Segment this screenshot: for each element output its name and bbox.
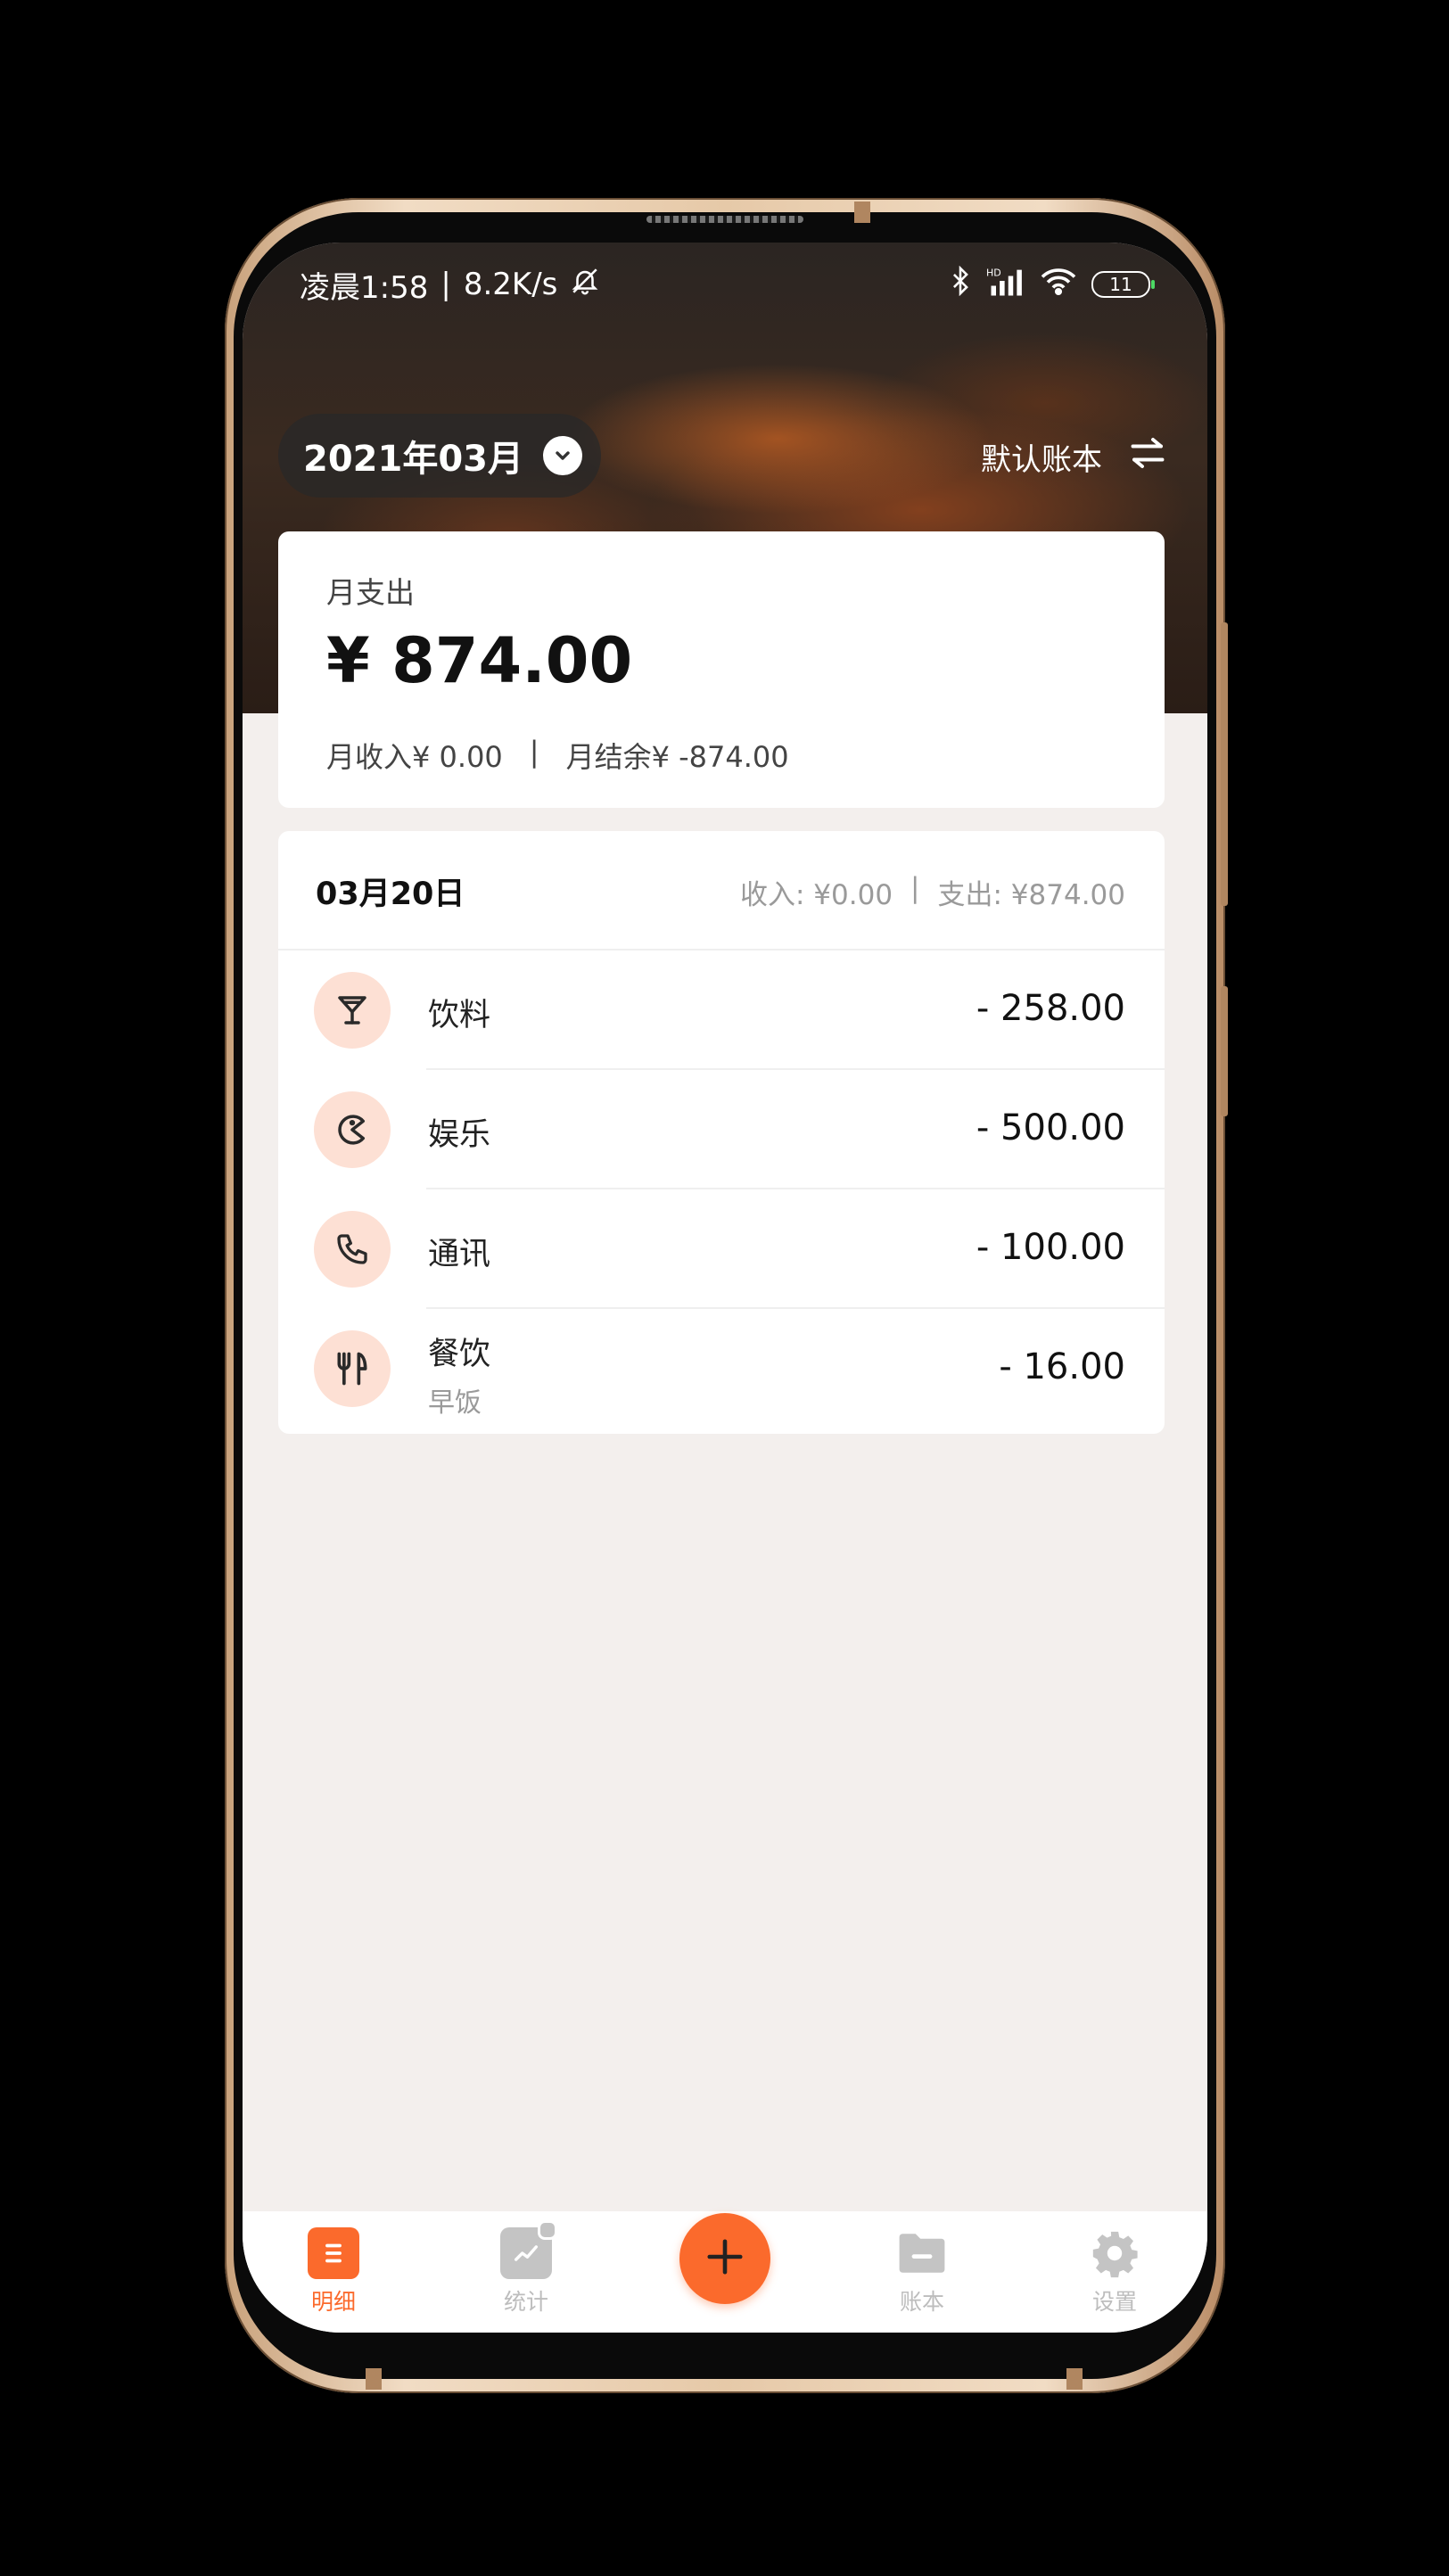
status-bar: 凌晨1:58 | 8.2K/s HD 11 (300, 262, 1155, 307)
monthly-income: 月收入¥ 0.00 (326, 740, 503, 774)
plus-icon (704, 2236, 745, 2281)
fork-knife-icon (314, 1330, 391, 1407)
day-income: 收入: ¥0.00 (740, 879, 893, 911)
status-time: 凌晨1:58 (300, 269, 429, 306)
frame-notch (366, 2368, 382, 2390)
hd-signal-icon: HD (986, 266, 1025, 304)
summary-subline: 月收入¥ 0.00 | 月结余¥ -874.00 (326, 735, 789, 776)
battery-level: 11 (1109, 274, 1132, 295)
day-date: 03月20日 (316, 876, 465, 912)
mute-bell-icon (570, 266, 600, 304)
bluetooth-icon (949, 265, 972, 304)
chart-icon (500, 2220, 557, 2279)
volume-button (1221, 622, 1228, 906)
day-totals-divider: | (910, 872, 920, 904)
expense-label: 月支出 (326, 575, 415, 610)
monthly-balance: 月结余¥ -874.00 (565, 740, 789, 774)
folder-icon (896, 2227, 948, 2279)
earpiece-speaker (646, 216, 803, 223)
network-speed: 8.2K/s (463, 267, 558, 302)
transaction-amount: - 16.00 (999, 1346, 1125, 1387)
transaction-amount: - 100.00 (976, 1227, 1125, 1268)
frame-notch (1066, 2368, 1083, 2390)
day-totals: 收入: ¥0.00 | 支出: ¥874.00 (740, 872, 1125, 912)
pacman-icon (314, 1091, 391, 1168)
tab-label: 账本 (899, 2289, 944, 2315)
tab-label: 明细 (310, 2289, 356, 2315)
battery-icon: 11 (1091, 271, 1155, 298)
chevron-down-icon (543, 436, 582, 475)
gear-icon (1089, 2227, 1140, 2279)
tab-statistics[interactable]: 统计 (473, 2220, 580, 2327)
frame-notch (854, 202, 870, 223)
monthly-summary-card: 月支出 ¥ 874.00 月收入¥ 0.00 | 月结余¥ -874.00 (278, 531, 1165, 808)
day-expense: 支出: ¥874.00 (937, 879, 1126, 911)
tab-settings[interactable]: 设置 (1061, 2227, 1168, 2327)
status-separator: | (440, 267, 451, 302)
day-group-card: 03月20日 收入: ¥0.00 | 支出: ¥874.00 饮料 - 258.… (278, 831, 1165, 1434)
tab-label: 统计 (503, 2289, 548, 2315)
tab-label: 设置 (1091, 2289, 1137, 2315)
transaction-category: 娱乐 (428, 1117, 491, 1153)
swap-arrows-icon (1129, 435, 1166, 479)
cocktail-glass-icon (314, 972, 391, 1049)
month-label: 2021年03月 (303, 439, 523, 480)
tab-books[interactable]: 账本 (869, 2227, 976, 2327)
transaction-row[interactable]: 娱乐 - 500.00 (278, 1070, 1165, 1189)
transaction-row[interactable]: 通讯 - 100.00 (278, 1189, 1165, 1309)
day-header: 03月20日 收入: ¥0.00 | 支出: ¥874.00 (278, 831, 1165, 951)
transaction-note: 早饭 (428, 1387, 482, 1419)
book-name: 默认账本 (981, 441, 1102, 478)
phone-icon (314, 1211, 391, 1288)
svg-text:HD: HD (986, 267, 1001, 278)
transaction-row[interactable]: 饮料 - 258.00 (278, 951, 1165, 1070)
power-button (1221, 986, 1228, 1116)
summary-divider: | (529, 735, 539, 769)
list-icon (308, 2227, 359, 2279)
wifi-icon (1040, 266, 1077, 304)
transaction-category: 饮料 (428, 998, 491, 1033)
transaction-amount: - 258.00 (976, 988, 1125, 1029)
transaction-amount: - 500.00 (976, 1107, 1125, 1148)
book-switcher[interactable]: 默认账本 (981, 432, 1166, 481)
transaction-category: 通讯 (428, 1237, 491, 1272)
transaction-row[interactable]: 餐饮 早饭 - 16.00 (278, 1309, 1165, 1428)
app-screen: 凌晨1:58 | 8.2K/s HD 11 2021年03月 默认账本 月支出 … (243, 243, 1207, 2333)
expense-amount: ¥ 874.00 (326, 624, 633, 697)
add-record-button[interactable] (679, 2213, 770, 2304)
month-picker[interactable]: 2021年03月 (278, 414, 601, 498)
tab-details[interactable]: 明细 (280, 2227, 387, 2327)
transaction-category: 餐饮 (428, 1337, 491, 1372)
